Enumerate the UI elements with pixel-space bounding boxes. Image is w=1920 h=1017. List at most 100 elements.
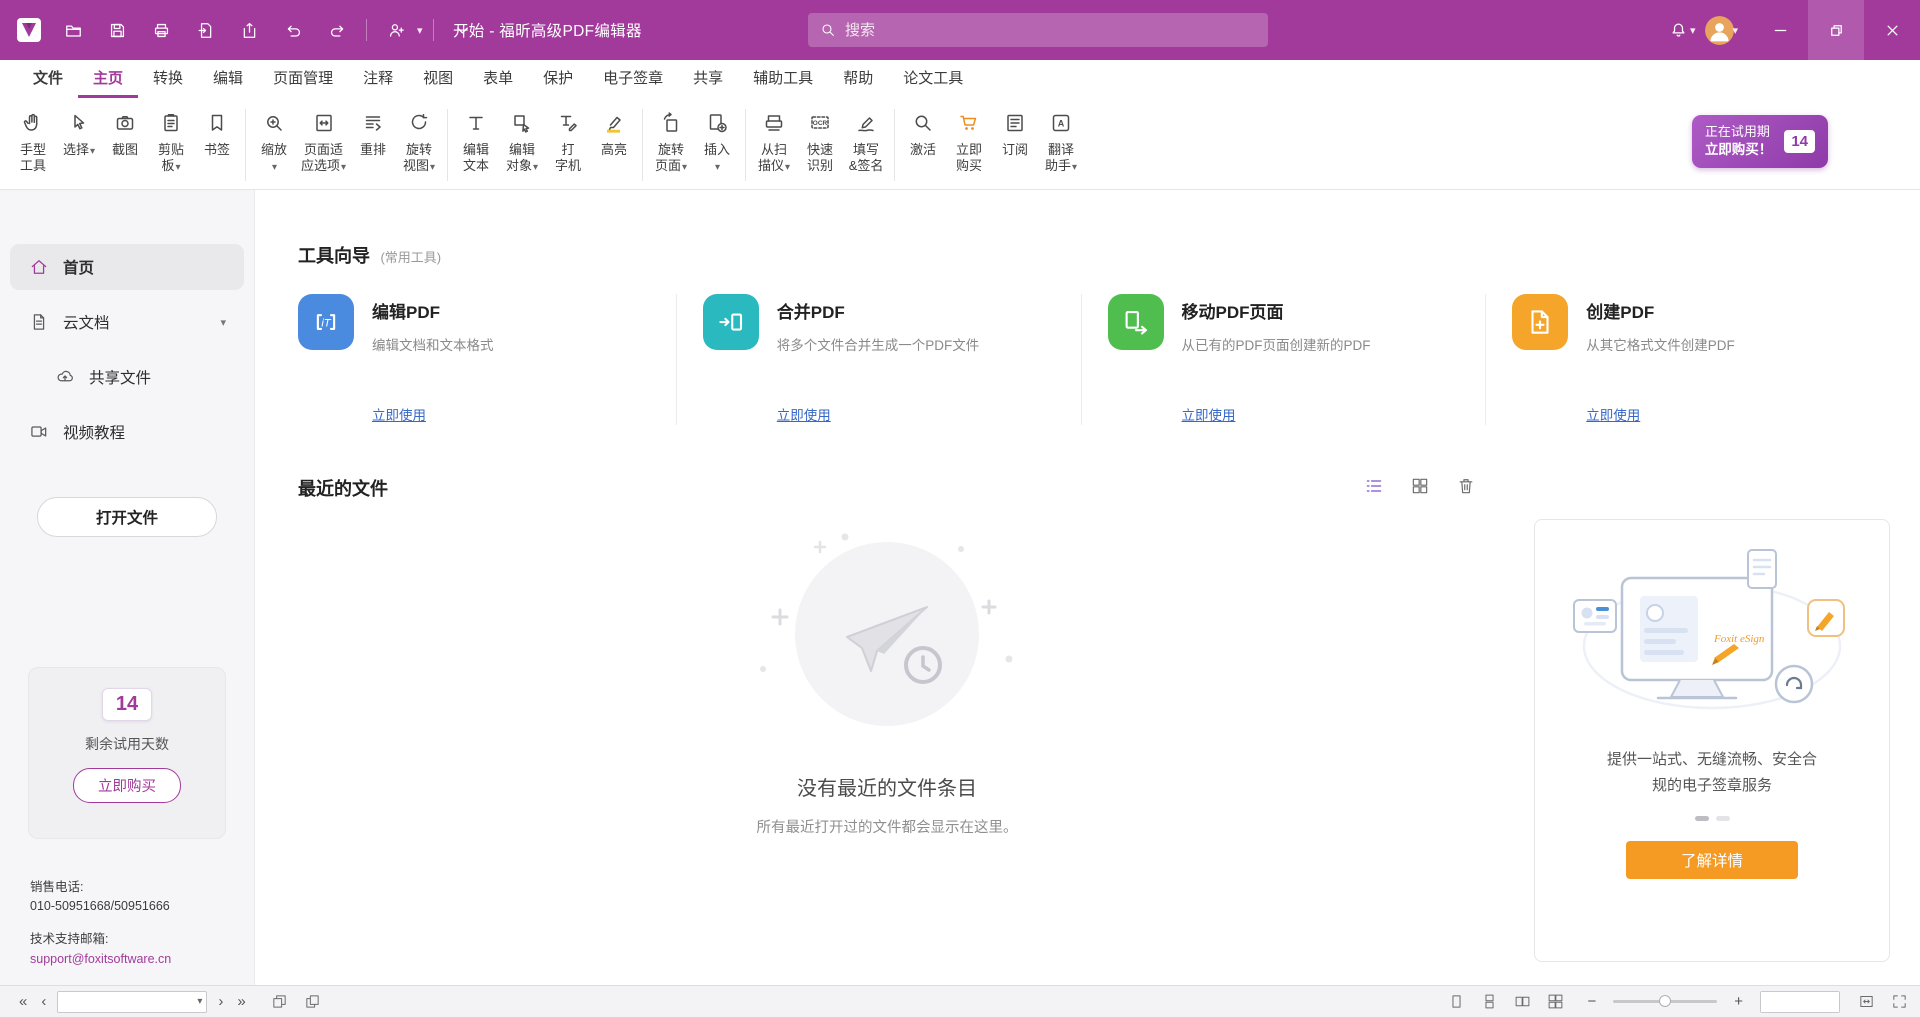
account-caret-icon[interactable]: ▾ <box>1732 24 1738 37</box>
zoom-in-button[interactable]: + <box>1727 993 1750 1010</box>
menu-edit[interactable]: 编辑 <box>198 60 258 98</box>
menu-paper-tools[interactable]: 论文工具 <box>888 60 978 98</box>
fill-sign-button[interactable]: 填写&签名 <box>843 105 889 177</box>
user-avatar[interactable] <box>1705 16 1734 45</box>
print-icon[interactable] <box>142 12 180 48</box>
from-scanner-button[interactable]: 从扫描仪▾ <box>751 105 797 177</box>
first-page-button[interactable]: « <box>12 993 34 1010</box>
zoom-button[interactable]: 缩放▾ <box>251 105 297 177</box>
card-edit-pdf[interactable]: iT 编辑PDF 编辑文档和文本格式 立即使用 <box>298 294 676 425</box>
minimize-button[interactable] <box>1752 0 1808 60</box>
quick-ocr-button[interactable]: OCR 快速识别 <box>797 105 843 177</box>
redo-icon[interactable] <box>318 12 356 48</box>
open-file-icon[interactable] <box>54 12 92 48</box>
activate-button[interactable]: 激活 <box>900 105 946 160</box>
sidebar-item-cloud-docs[interactable]: 云文档 ▾ <box>10 299 244 345</box>
highlight-button[interactable]: 高亮 <box>591 105 637 160</box>
copy-pages-icon[interactable] <box>296 993 329 1010</box>
single-page-view-icon[interactable] <box>1440 993 1473 1010</box>
search-box[interactable] <box>808 13 1268 47</box>
rotate-pages-button[interactable]: 旋转页面▾ <box>648 105 694 177</box>
menu-esign[interactable]: 电子签章 <box>588 60 678 98</box>
search-input[interactable] <box>845 22 1256 39</box>
card-move-pdf-pages[interactable]: 移动PDF页面 从已有的PDF页面创建新的PDF 立即使用 <box>1081 294 1486 425</box>
fullscreen-icon[interactable] <box>1883 993 1908 1010</box>
clipboard-button[interactable]: 剪贴板▾ <box>148 105 194 177</box>
previous-page-button[interactable]: ‹ <box>34 993 53 1010</box>
share-pdf-icon[interactable] <box>230 12 268 48</box>
bookmark-button[interactable]: 书签 <box>194 105 240 160</box>
save-icon[interactable] <box>98 12 136 48</box>
cloud-docs-caret-icon[interactable]: ▾ <box>220 316 226 329</box>
subscribe-button[interactable]: 订阅 <box>992 105 1038 160</box>
open-file-button[interactable]: 打开文件 <box>37 497 217 537</box>
card-create-pdf[interactable]: 创建PDF 从其它格式文件创建PDF 立即使用 <box>1485 294 1890 425</box>
zoom-slider-thumb[interactable] <box>1659 995 1671 1007</box>
snapshot-pages-icon[interactable] <box>263 993 296 1010</box>
edit-text-button[interactable]: 编辑文本 <box>453 105 499 177</box>
list-view-icon[interactable] <box>1364 476 1384 501</box>
edit-object-button[interactable]: 编辑对象▾ <box>499 105 545 177</box>
sidebar-item-shared-files[interactable]: 共享文件 <box>10 354 244 400</box>
menu-home[interactable]: 主页 <box>78 60 138 98</box>
rotate-view-button[interactable]: 旋转视图▾ <box>396 105 442 177</box>
trial-buy-badge[interactable]: 正在试用期 立即购买！ 14 <box>1692 115 1828 168</box>
hand-tool-button[interactable]: 手型工具 <box>10 105 56 177</box>
protect-mode-icon[interactable] <box>377 12 415 48</box>
use-now-link[interactable]: 立即使用 <box>777 404 831 424</box>
next-page-button[interactable]: › <box>211 993 230 1010</box>
menu-protect[interactable]: 保护 <box>528 60 588 98</box>
page-fit-options-button[interactable]: 页面适应选项▾ <box>297 105 350 177</box>
export-pdf-icon[interactable] <box>186 12 224 48</box>
buy-now-button[interactable]: 立即购买 <box>946 105 992 177</box>
card-merge-pdf[interactable]: 合并PDF 将多个文件合并生成一个PDF文件 立即使用 <box>676 294 1081 425</box>
sidebar-item-home[interactable]: 首页 <box>10 244 244 290</box>
bookmark-icon <box>205 107 229 139</box>
use-now-link[interactable]: 立即使用 <box>1586 404 1640 424</box>
support-email-link[interactable]: support@foxitsoftware.cn <box>30 950 171 969</box>
snapshot-button[interactable]: 截图 <box>102 105 148 160</box>
use-now-link[interactable]: 立即使用 <box>372 404 426 424</box>
select-tool-button[interactable]: 选择▾ <box>56 105 102 161</box>
menu-view[interactable]: 视图 <box>408 60 468 98</box>
insert-pages-button[interactable]: 插入▾ <box>694 105 740 177</box>
close-button[interactable] <box>1864 0 1920 60</box>
learn-more-button[interactable]: 了解详情 <box>1626 841 1798 879</box>
reflow-button[interactable]: 重排 <box>350 105 396 160</box>
zoom-out-button[interactable]: − <box>1580 993 1603 1010</box>
menu-page-organize[interactable]: 页面管理 <box>258 60 348 98</box>
fit-width-icon[interactable] <box>1850 993 1883 1010</box>
carousel-dot[interactable] <box>1716 816 1730 821</box>
menu-help[interactable]: 帮助 <box>828 60 888 98</box>
undo-icon[interactable] <box>274 12 312 48</box>
bell-caret-icon[interactable]: ▾ <box>1690 24 1696 37</box>
clipboard-icon <box>159 107 183 139</box>
sidebar-buy-now-button[interactable]: 立即购买 <box>73 768 181 803</box>
zoom-slider[interactable] <box>1613 1000 1717 1003</box>
zoom-level-input[interactable] <box>1761 992 1839 1012</box>
typewriter-button[interactable]: 打字机 <box>545 105 591 177</box>
menu-share[interactable]: 共享 <box>678 60 738 98</box>
grid-view-icon[interactable] <box>1410 476 1430 501</box>
menu-comment[interactable]: 注释 <box>348 60 408 98</box>
page-number-input[interactable] <box>58 995 196 1009</box>
continuous-view-icon[interactable] <box>1473 993 1506 1010</box>
sidebar-item-video-tutorial[interactable]: 视频教程 <box>10 409 244 455</box>
zoom-level-box[interactable] <box>1760 991 1840 1013</box>
carousel-dot-active[interactable] <box>1695 816 1709 821</box>
menu-accessibility[interactable]: 辅助工具 <box>738 60 828 98</box>
restore-button[interactable] <box>1808 0 1864 60</box>
menu-file[interactable]: 文件 <box>18 60 78 98</box>
translate-assistant-button[interactable]: A 翻译助手▾ <box>1038 105 1084 177</box>
dropdown-caret-icon[interactable]: ▾ <box>417 24 423 37</box>
menu-form[interactable]: 表单 <box>468 60 528 98</box>
page-number-box[interactable]: ▾ <box>57 991 207 1013</box>
clear-recent-trash-icon[interactable] <box>1456 476 1476 501</box>
last-page-button[interactable]: » <box>230 993 252 1010</box>
page-caret-icon[interactable]: ▾ <box>197 996 202 1007</box>
carousel-dots[interactable] <box>1695 816 1730 821</box>
menu-convert[interactable]: 转换 <box>138 60 198 98</box>
facing-continuous-view-icon[interactable] <box>1539 993 1572 1010</box>
use-now-link[interactable]: 立即使用 <box>1182 404 1236 424</box>
facing-view-icon[interactable] <box>1506 993 1539 1010</box>
